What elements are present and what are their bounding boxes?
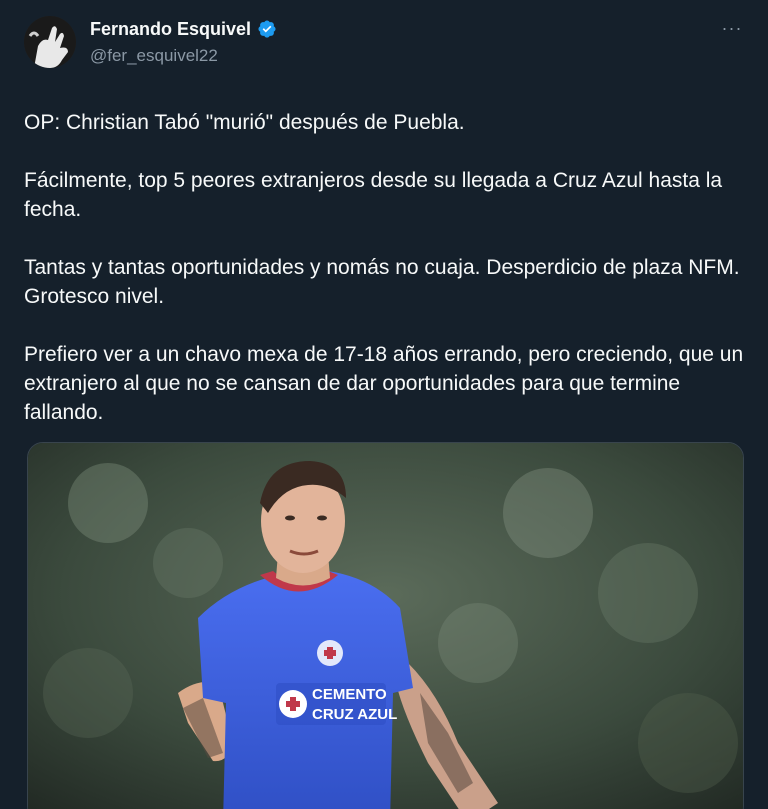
verified-badge-icon (257, 19, 277, 39)
user-handle[interactable]: @fer_esquivel22 (90, 45, 277, 66)
avatar[interactable] (24, 16, 76, 68)
more-horizontal-icon[interactable]: ··· (720, 16, 744, 40)
tweet-paragraph: Fácilmente, top 5 peores extranjeros des… (24, 169, 723, 221)
author-info: Fernando Esquivel @fer_esquivel22 (90, 18, 277, 66)
tweet-header: Fernando Esquivel @fer_esquivel22 (24, 16, 744, 72)
tweet-paragraph: OP: Christian Tabó "murió" después de Pu… (24, 111, 465, 134)
tweet: Fernando Esquivel @fer_esquivel22 ··· OP… (0, 0, 768, 809)
jersey-sponsor-line2: CRUZ AZUL (312, 706, 397, 723)
display-name[interactable]: Fernando Esquivel (90, 18, 251, 41)
tweet-media-photo[interactable]: CEMENTO CRUZ AZUL (27, 442, 744, 809)
tweet-paragraph: Prefiero ver a un chavo mexa de 17-18 añ… (24, 343, 744, 424)
tweet-paragraph: Tantas y tantas oportunidades y nomás no… (24, 256, 740, 308)
name-row: Fernando Esquivel (90, 18, 277, 41)
jersey-sponsor-line1: CEMENTO (312, 686, 387, 703)
avatar-image (24, 16, 76, 68)
tweet-text: OP: Christian Tabó "murió" después de Pu… (24, 108, 744, 427)
